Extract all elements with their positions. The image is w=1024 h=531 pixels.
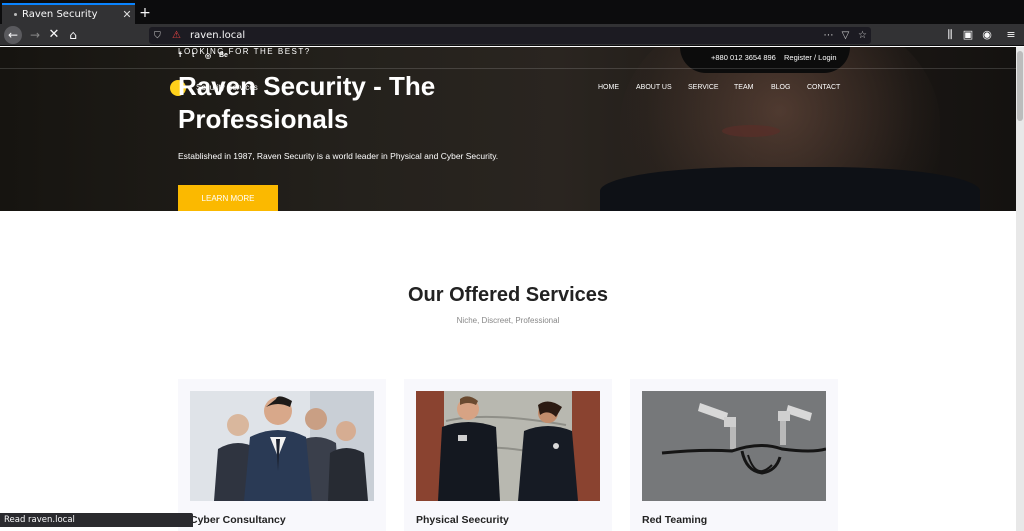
pocket-icon[interactable]: ▽ [837,30,854,41]
address-bar[interactable]: ⛉ ⚠ raven.local ⋯ ▽ ☆ [149,27,871,44]
nav-service[interactable]: SERVICE [688,84,719,91]
card-caption[interactable]: Cyber Consultancy [190,514,286,526]
account-icon[interactable]: ◉ [978,26,996,44]
service-card-physical-security[interactable]: Physical Seecurity [404,379,612,531]
home-button[interactable]: ⌂ [64,26,82,44]
scrollbar-thumb[interactable] [1017,51,1023,121]
learn-more-button[interactable]: LEARN MORE [178,185,278,211]
red-teaming-image [642,391,826,501]
card-caption[interactable]: Physical Seecurity [416,514,509,526]
nav-team[interactable]: TEAM [734,84,753,91]
page-scrollbar[interactable] [1016,47,1024,531]
sidebar-icon[interactable]: ▣ [959,26,977,44]
services-heading: Our Offered Services [407,284,609,306]
service-card-red-teaming[interactable]: Red Teaming [630,379,838,531]
nav-about-us[interactable]: ABOUT US [636,84,672,91]
status-bar: Read raven.local [0,513,193,527]
tracking-shield-icon[interactable]: ⛉ [154,31,168,41]
menu-icon[interactable]: ≡ [1002,26,1020,44]
services-subheading: Niche, Discreet, Professional [456,316,560,325]
nav-blog[interactable]: BLOG [771,84,790,91]
bookmark-star-icon[interactable]: ☆ [854,30,871,41]
new-tab-button[interactable]: + [138,3,152,23]
hero-photo-lips [722,125,780,137]
phone-number: +880 012 3654 896 [711,53,776,62]
tab-strip: Raven Security ✕ + [0,0,1024,24]
hero-banner: f t ◎ Be LOOKING FOR THE BEST? +880 012 … [0,47,1016,211]
nav-contact[interactable]: CONTACT [807,84,840,91]
header-divider [0,68,1016,69]
header-tagline: LOOKING FOR THE BEST? [178,47,311,56]
stop-button[interactable]: ✕ [45,26,63,44]
url-text[interactable]: raven.local [190,30,820,41]
service-card-cyber-consultancy[interactable]: Cyber Consultancy [178,379,386,531]
card-caption[interactable]: Red Teaming [642,514,707,526]
tab-close-icon[interactable]: ✕ [119,8,135,21]
insecure-connection-icon[interactable]: ⚠ [172,30,186,41]
cyber-consultancy-image [190,391,374,501]
nav-home[interactable]: HOME [598,84,619,91]
register-login-link[interactable]: Register / Login [784,53,837,62]
hero-photo-uniform [600,167,980,211]
physical-security-image [416,391,600,501]
tab-raven-security[interactable]: Raven Security ✕ [2,3,135,24]
forward-button[interactable]: → [26,26,44,44]
navigation-toolbar: ← → ✕ ⌂ ⛉ ⚠ raven.local ⋯ ▽ ☆ ⫼ ▣ ◉ ≡ [0,24,1024,46]
hero-title: Raven Security - The Professionals [178,71,436,134]
back-button[interactable]: ← [4,26,22,44]
hero-subtitle: Established in 1987, Raven Security is a… [178,151,499,161]
tab-loading-icon [14,13,17,16]
page-viewport: f t ◎ Be LOOKING FOR THE BEST? +880 012 … [0,47,1016,531]
tab-title: Raven Security [22,9,98,20]
library-icon[interactable]: ⫼ [941,26,959,44]
page-actions-icon[interactable]: ⋯ [820,30,837,41]
